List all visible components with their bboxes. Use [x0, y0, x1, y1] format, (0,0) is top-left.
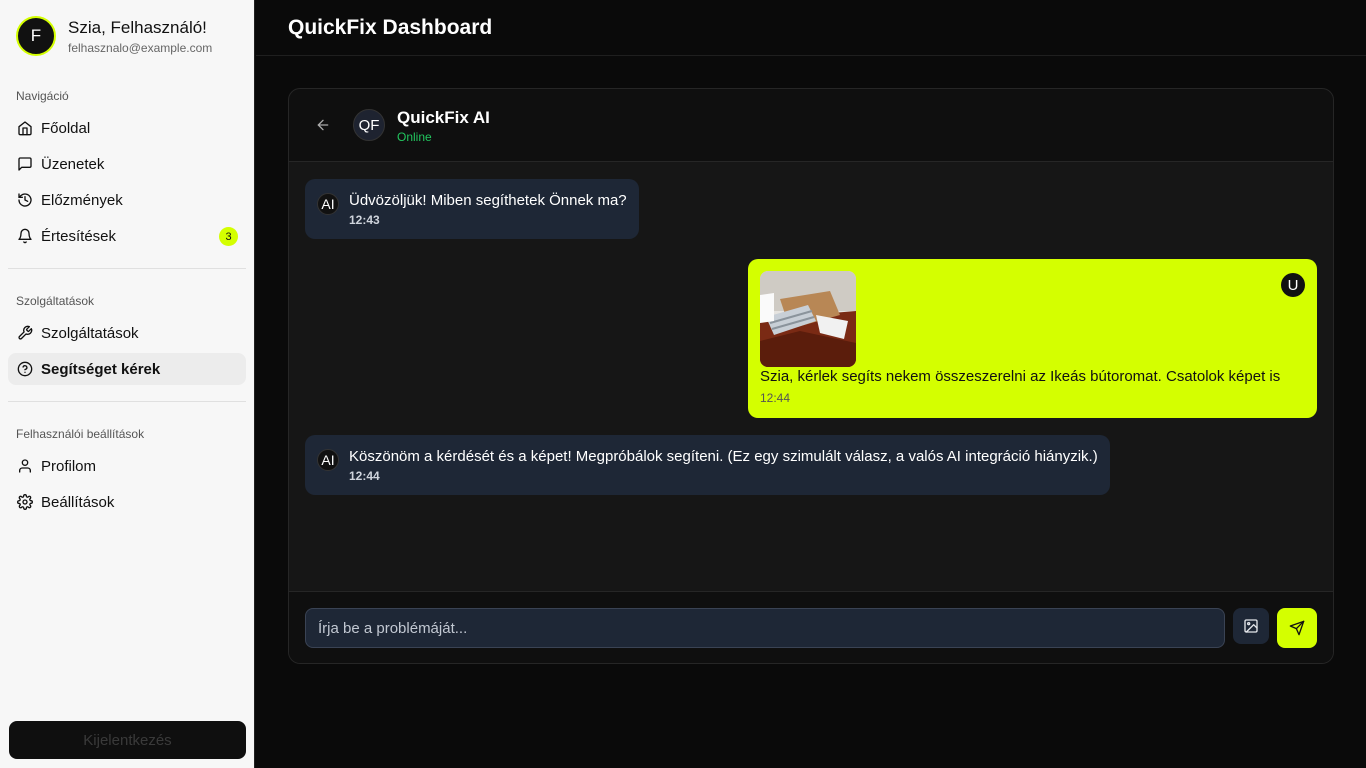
- message-composer: [289, 591, 1333, 663]
- user-icon: [19, 459, 31, 473]
- sender-avatar: AI: [317, 193, 339, 215]
- user-email: felhasznalo@example.com: [68, 40, 213, 55]
- sidebar-item-label: Üzenetek: [41, 155, 105, 173]
- send-icon: [1289, 620, 1305, 636]
- sender-avatar: AI: [317, 449, 339, 471]
- chat-header: QF QuickFix AI Online: [289, 89, 1333, 162]
- user-message: U Szia, kérlek segíts nekem összeszereln…: [748, 259, 1317, 418]
- sidebar-item-notifications[interactable]: Értesítések 3: [8, 220, 246, 252]
- message-text: Szia, kérlek segíts nekem összeszerelni …: [760, 368, 1281, 385]
- sidebar-item-label: Segítséget kérek: [41, 360, 161, 378]
- message-time: 12:44: [349, 469, 380, 483]
- message-time: 12:43: [349, 213, 380, 227]
- home-icon: [18, 121, 32, 136]
- bell-icon: [18, 228, 32, 244]
- sidebar-item-label: Profilom: [41, 457, 97, 475]
- arrow-left-icon[interactable]: [315, 117, 331, 133]
- online-status: Online: [397, 130, 432, 144]
- ai-message: AI Köszönöm a kérdését és a képet! Megpr…: [305, 435, 1110, 495]
- greeting: Szia, Felhasználó!: [68, 17, 207, 37]
- avatar: F: [16, 16, 56, 56]
- divider: [8, 268, 246, 269]
- message-text: Köszönöm a kérdését és a képet! Megpróbá…: [349, 448, 1098, 465]
- help-circle-icon: [17, 361, 33, 377]
- chat-avatar: QF: [353, 109, 385, 141]
- notification-count-badge: 3: [219, 227, 238, 246]
- history-icon: [18, 193, 32, 207]
- sidebar-item-get-help[interactable]: Segítséget kérek: [8, 353, 246, 385]
- page-title: QuickFix Dashboard: [288, 16, 493, 39]
- sidebar-item-settings[interactable]: Beállítások: [8, 486, 246, 518]
- image-icon: [1244, 619, 1258, 633]
- section-title-services: Szolgáltatások: [16, 294, 95, 308]
- sidebar-item-messages[interactable]: Üzenetek: [8, 148, 246, 180]
- sidebar-item-profile[interactable]: Profilom: [8, 450, 246, 482]
- message-time: 12:44: [760, 391, 791, 405]
- chat-panel: QF QuickFix AI Online AI Üdvözöljük! Mib…: [288, 88, 1334, 664]
- chat-name: QuickFix AI: [397, 108, 490, 127]
- wrench-icon: [18, 325, 33, 340]
- sidebar: F Szia, Felhasználó! felhasznalo@example…: [0, 0, 255, 768]
- user-profile: F Szia, Felhasználó! felhasznalo@example…: [16, 16, 212, 56]
- sidebar-item-history[interactable]: Előzmények: [8, 184, 246, 216]
- sidebar-item-label: Főoldal: [41, 119, 91, 137]
- section-title-navigation: Navigáció: [16, 89, 69, 103]
- attached-image[interactable]: [760, 271, 856, 367]
- message-list: AI Üdvözöljük! Miben segíthetek Önnek ma…: [289, 162, 1333, 591]
- message-text: Üdvözöljük! Miben segíthetek Önnek ma?: [349, 192, 627, 209]
- sidebar-item-home[interactable]: Főoldal: [8, 112, 246, 144]
- message-icon: [18, 157, 32, 171]
- sidebar-item-services[interactable]: Szolgáltatások: [8, 317, 246, 349]
- gear-icon: [17, 494, 33, 510]
- ai-message: AI Üdvözöljük! Miben segíthetek Önnek ma…: [305, 179, 639, 239]
- logout-button[interactable]: Kijelentkezés: [9, 721, 246, 759]
- send-button[interactable]: [1277, 608, 1317, 648]
- divider: [8, 401, 246, 402]
- message-input[interactable]: [305, 608, 1225, 648]
- sidebar-item-label: Előzmények: [41, 191, 123, 209]
- top-header: QuickFix Dashboard: [256, 0, 1366, 56]
- sender-avatar: U: [1281, 273, 1305, 297]
- sidebar-item-label: Értesítések: [41, 227, 117, 245]
- attach-image-button[interactable]: [1233, 608, 1269, 644]
- section-title-user-settings: Felhasználói beállítások: [16, 427, 145, 441]
- sidebar-item-label: Szolgáltatások: [41, 324, 139, 342]
- sidebar-item-label: Beállítások: [41, 493, 115, 511]
